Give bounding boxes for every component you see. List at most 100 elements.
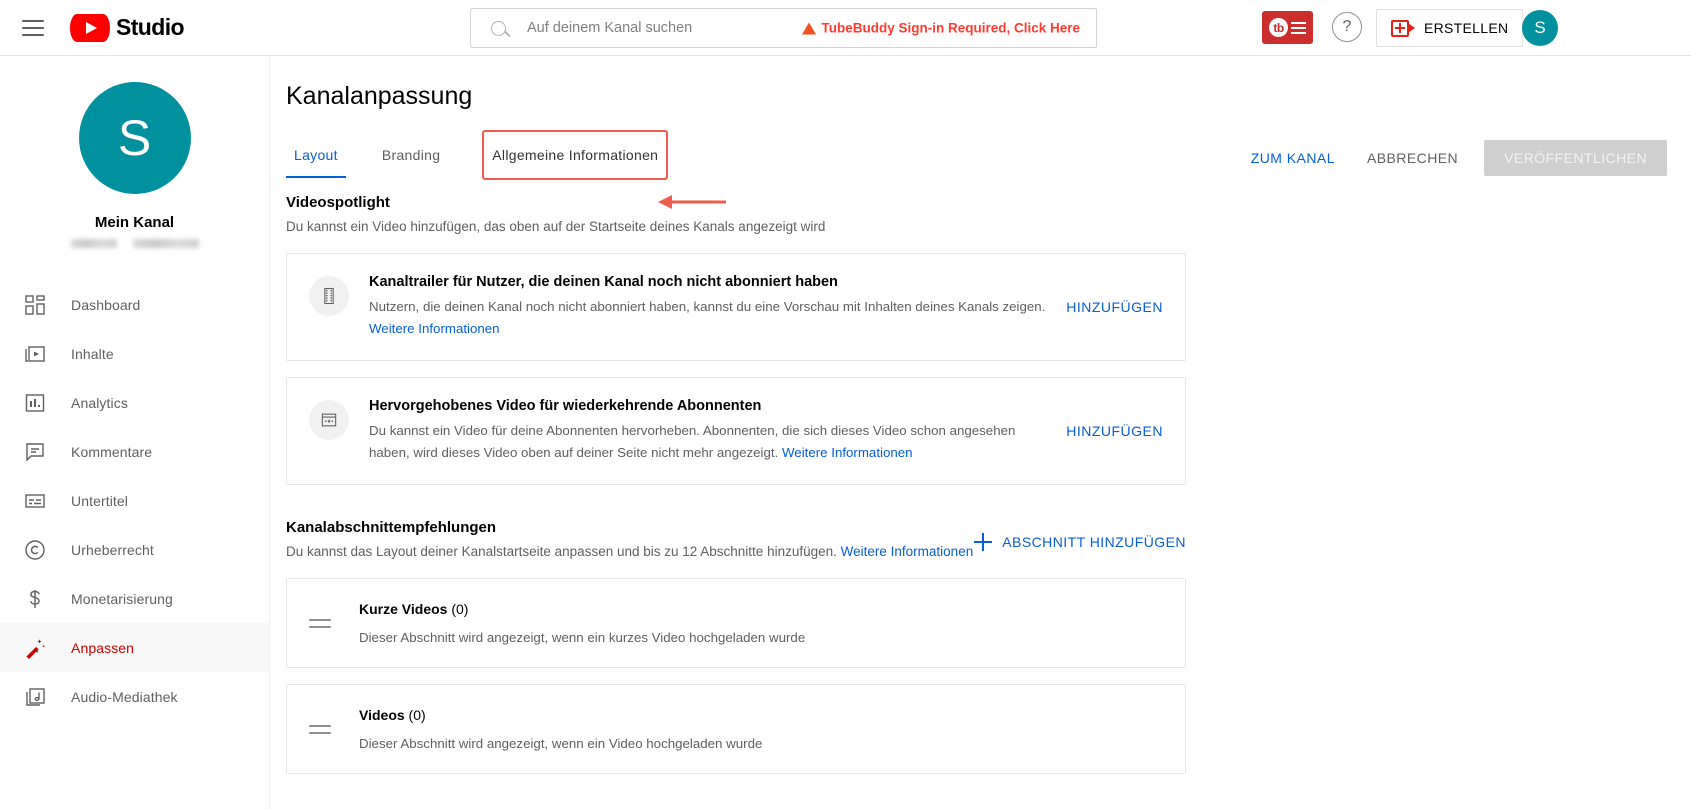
- channel-name: Mein Kanal: [95, 214, 174, 231]
- tab-bar: Layout Branding Allgemeine Informationen: [286, 132, 694, 178]
- section-description: Du kannst das Layout deiner Kanalstartse…: [286, 542, 974, 562]
- tubebuddy-badge: tb: [1269, 18, 1288, 37]
- sidebar-item-label: Urheberrecht: [71, 542, 154, 558]
- sidebar-item-label: Audio-Mediathek: [71, 689, 178, 705]
- tab-label: Branding: [382, 147, 440, 163]
- drag-handle-icon[interactable]: [309, 619, 337, 628]
- card-description: Du kannst ein Video für deine Abonnenten…: [369, 423, 1015, 460]
- section-row-count: (0): [451, 601, 468, 617]
- tubebuddy-menu-icon: [1291, 22, 1306, 34]
- bar-chart-icon: [23, 391, 47, 415]
- tubebuddy-button[interactable]: tb: [1262, 11, 1313, 44]
- card-body: Hervorgehobenes Video für wiederkehrende…: [349, 398, 1060, 464]
- settings-content: Videospotlight Du kannst ein Video hinzu…: [270, 194, 1691, 810]
- sidebar-item-inhalte[interactable]: Inhalte: [0, 329, 269, 378]
- film-strip-icon: [309, 276, 349, 316]
- sidebar-item-label: Analytics: [71, 395, 128, 411]
- channel-sections-section: Kanalabschnittempfehlungen Du kannst das…: [270, 519, 1691, 774]
- card-body: Kanaltrailer für Nutzer, die deinen Kana…: [349, 274, 1060, 340]
- tubebuddy-warning-link[interactable]: TubeBuddy Sign-in Required, Click Here: [802, 21, 1080, 36]
- sidebar-item-anpassen[interactable]: Anpassen: [0, 623, 269, 672]
- subtitles-icon: [23, 489, 47, 513]
- section-header-left: Kanalabschnittempfehlungen Du kannst das…: [286, 519, 974, 562]
- comment-icon: [23, 440, 47, 464]
- avatar[interactable]: S: [1522, 10, 1558, 46]
- add-trailer-button[interactable]: HINZUFÜGEN: [1060, 299, 1163, 315]
- featured-video-icon: [309, 400, 349, 440]
- section-row-title: Videos (0): [359, 707, 762, 723]
- create-button[interactable]: ERSTELLEN: [1376, 9, 1523, 47]
- section-title: Kanalabschnittempfehlungen: [286, 519, 974, 536]
- channel-avatar[interactable]: S: [79, 82, 191, 194]
- sidebar-item-analytics[interactable]: Analytics: [0, 378, 269, 427]
- sidebar-item-audio-mediathek[interactable]: Audio-Mediathek: [0, 672, 269, 721]
- main-content: Kanalanpassung Layout Branding Allgemein…: [270, 56, 1691, 810]
- section-row-description: Dieser Abschnitt wird angezeigt, wenn ei…: [359, 736, 762, 751]
- video-play-icon: [23, 342, 47, 366]
- top-bar: Studio TubeBuddy Sign-in Required, Click…: [0, 0, 1691, 56]
- sidebar-item-label: Monetarisierung: [71, 591, 173, 607]
- tab-allgemeine-informationen[interactable]: Allgemeine Informationen: [484, 132, 666, 178]
- magic-wand-icon: [23, 636, 47, 660]
- section-description: Du kannst ein Video hinzufügen, das oben…: [286, 217, 1691, 237]
- card-description: Nutzern, die deinen Kanal noch nicht abo…: [369, 299, 1045, 314]
- drag-handle-icon[interactable]: [309, 725, 337, 734]
- section-row-count: (0): [409, 707, 426, 723]
- sidebar-item-label: Untertitel: [71, 493, 128, 509]
- dashboard-icon: [23, 293, 47, 317]
- tab-branding[interactable]: Branding: [374, 132, 448, 178]
- sidebar-item-monetarisierung[interactable]: Monetarisierung: [0, 574, 269, 623]
- section-title: Videospotlight: [286, 194, 1691, 211]
- brand-text: Studio: [116, 14, 184, 41]
- card-text: Nutzern, die deinen Kanal noch nicht abo…: [369, 296, 1050, 340]
- section-description-text: Du kannst das Layout deiner Kanalstartse…: [286, 544, 837, 559]
- view-channel-button[interactable]: ZUM KANAL: [1235, 140, 1351, 176]
- audio-library-icon: [23, 685, 47, 709]
- studio-logo[interactable]: Studio: [70, 14, 184, 42]
- video-camera-plus-icon: [1391, 20, 1415, 37]
- cancel-button[interactable]: ABBRECHEN: [1351, 140, 1474, 176]
- section-row-name: Kurze Videos: [359, 601, 447, 617]
- plus-icon: [974, 533, 992, 551]
- sidebar-item-label: Kommentare: [71, 444, 152, 460]
- help-icon[interactable]: ?: [1332, 12, 1362, 42]
- learn-more-link[interactable]: Weitere Informationen: [782, 445, 913, 460]
- section-row-kurze-videos[interactable]: Kurze Videos (0) Dieser Abschnitt wird a…: [286, 578, 1186, 668]
- channel-block: S Mein Kanal: [0, 82, 269, 248]
- section-header-row: Kanalabschnittempfehlungen Du kannst das…: [286, 519, 1186, 562]
- section-row-body: Videos (0) Dieser Abschnitt wird angezei…: [337, 707, 762, 751]
- search-icon: [471, 21, 525, 36]
- card-text: Du kannst ein Video für deine Abonnenten…: [369, 420, 1050, 464]
- copyright-icon: [23, 538, 47, 562]
- sidebar-item-label: Anpassen: [71, 640, 134, 656]
- sidebar-item-urheberrecht[interactable]: Urheberrecht: [0, 525, 269, 574]
- publish-button[interactable]: VERÖFFENTLICHEN: [1484, 140, 1667, 176]
- sidebar-item-kommentare[interactable]: Kommentare: [0, 427, 269, 476]
- hamburger-icon[interactable]: [10, 5, 56, 51]
- sidebar-nav: Dashboard Inhalte Analytics: [0, 280, 269, 721]
- add-section-button[interactable]: ABSCHNITT HINZUFÜGEN: [974, 533, 1186, 551]
- sidebar-item-label: Dashboard: [71, 297, 140, 313]
- youtube-studio-app: Studio TubeBuddy Sign-in Required, Click…: [0, 0, 1691, 810]
- section-row-description: Dieser Abschnitt wird angezeigt, wenn ei…: [359, 630, 805, 645]
- channel-handle-redacted: [71, 239, 199, 248]
- create-button-label: ERSTELLEN: [1424, 20, 1508, 36]
- section-row-body: Kurze Videos (0) Dieser Abschnitt wird a…: [337, 601, 805, 645]
- sidebar-item-label: Inhalte: [71, 346, 114, 362]
- featured-video-card: Hervorgehobenes Video für wiederkehrende…: [286, 377, 1186, 485]
- section-row-title: Kurze Videos (0): [359, 601, 805, 617]
- sidebar-item-dashboard[interactable]: Dashboard: [0, 280, 269, 329]
- learn-more-link[interactable]: Weitere Informationen: [841, 544, 974, 559]
- tab-label: Layout: [294, 147, 338, 163]
- learn-more-link[interactable]: Weitere Informationen: [369, 321, 500, 336]
- page-title: Kanalanpassung: [286, 82, 472, 111]
- sidebar-item-untertitel[interactable]: Untertitel: [0, 476, 269, 525]
- youtube-logo-icon: [70, 14, 110, 42]
- add-featured-button[interactable]: HINZUFÜGEN: [1060, 423, 1163, 439]
- card-title: Hervorgehobenes Video für wiederkehrende…: [369, 398, 1050, 414]
- tab-label: Allgemeine Informationen: [492, 147, 658, 163]
- tubebuddy-warning-text: TubeBuddy Sign-in Required, Click Here: [821, 21, 1080, 36]
- section-row-videos[interactable]: Videos (0) Dieser Abschnitt wird angezei…: [286, 684, 1186, 774]
- channel-trailer-card: Kanaltrailer für Nutzer, die deinen Kana…: [286, 253, 1186, 361]
- tab-layout[interactable]: Layout: [286, 132, 346, 178]
